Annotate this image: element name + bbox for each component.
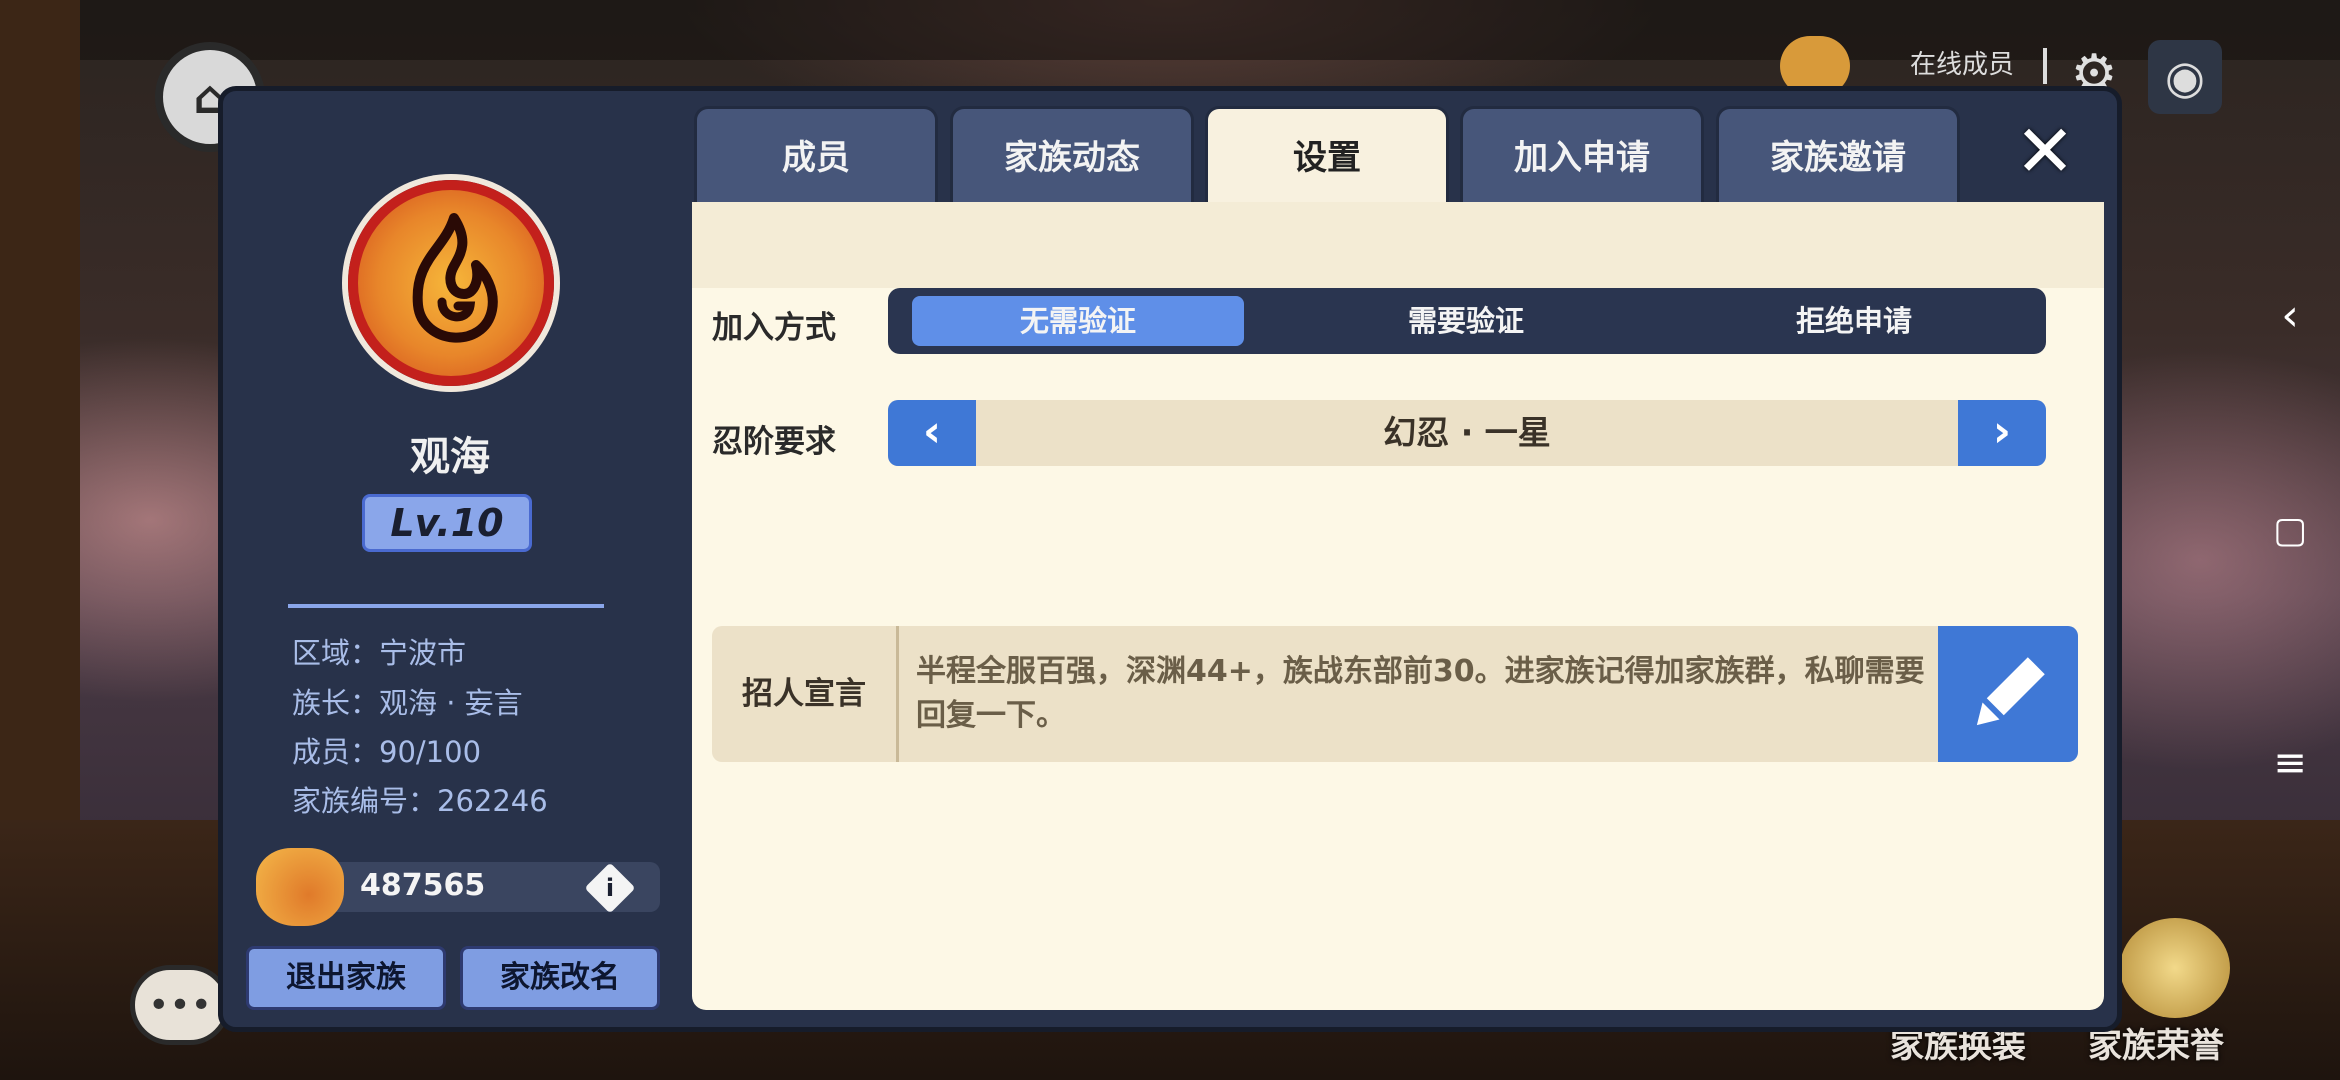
family-sidebar: 观海 Lv.10 区域：宁波市 族长：观海 · 妄言 成员：90/100 家族编… [220,90,690,1030]
tab-settings[interactable]: 设置 [1205,106,1449,206]
money-bag-icon [256,848,344,926]
back-icon[interactable]: ‹ [2240,290,2340,341]
pillar-left [0,0,80,820]
info-icon[interactable]: i [584,862,636,914]
chat-icon[interactable]: ••• [130,965,230,1045]
family-level-badge: Lv.10 [362,494,532,552]
chevron-right-icon[interactable]: › [1958,400,2046,466]
members-text: 成员：90/100 [292,735,482,769]
pencil-icon [1976,657,2045,726]
join-option-no-verify[interactable]: 无需验证 [912,296,1244,346]
square-icon[interactable]: ▢ [2240,510,2340,551]
trophy-icon[interactable] [2120,918,2230,1018]
leader-text: 族长：观海 · 妄言 [292,686,523,720]
info-glyph: i [605,874,615,902]
tab-members[interactable]: 成员 [694,106,938,202]
family-id-text: 家族编号：262246 [292,784,548,818]
tab-family-invites[interactable]: 家族邀请 [1716,106,1960,202]
eye-icon[interactable]: ◉ [2148,40,2222,114]
recruit-declaration: 招人宣言 半程全服百强，深渊44+，族战东部前30。进家族记得加家族群，私聊需要… [712,626,2078,762]
rename-family-button[interactable]: 家族改名 [460,946,660,1010]
divider [2043,48,2047,84]
funds-value: 487565 [360,868,486,903]
family-name: 观海 [410,434,490,480]
recruit-text: 半程全服百强，深渊44+，族战东部前30。进家族记得加家族群，私聊需要回复一下。 [916,654,1925,733]
edit-declaration-button[interactable] [1938,626,2078,762]
rank-value: 幻忍 · 一星 [1383,413,1551,452]
menu-icon[interactable]: ≡ [2240,740,2340,786]
recruit-label: 招人宣言 [712,626,899,762]
tab-family-news[interactable]: 家族动态 [950,106,1194,202]
close-icon[interactable]: ✕ [2010,115,2080,187]
quit-family-button[interactable]: 退出家族 [246,946,446,1010]
flame-icon [412,213,498,343]
rank-requirement-picker: ‹ 幻忍 · 一星 › [888,400,2046,466]
family-emblem-icon [348,180,554,386]
online-label: 在线成员 [1910,50,2015,80]
chevron-left-icon[interactable]: ‹ [888,400,976,466]
divider [288,604,604,608]
tab-join-requests[interactable]: 加入申请 [1460,106,1704,202]
join-option-reject[interactable]: 拒绝申请 [1688,296,2020,346]
region-text: 区域：宁波市 [292,636,467,670]
join-option-verify[interactable]: 需要验证 [1300,296,1632,346]
join-method-label: 加入方式 [712,310,836,346]
join-method-selector: 无需验证 需要验证 拒绝申请 [888,288,2046,354]
content-header-band [692,202,2104,288]
rank-requirement-label: 忍阶要求 [712,424,836,460]
